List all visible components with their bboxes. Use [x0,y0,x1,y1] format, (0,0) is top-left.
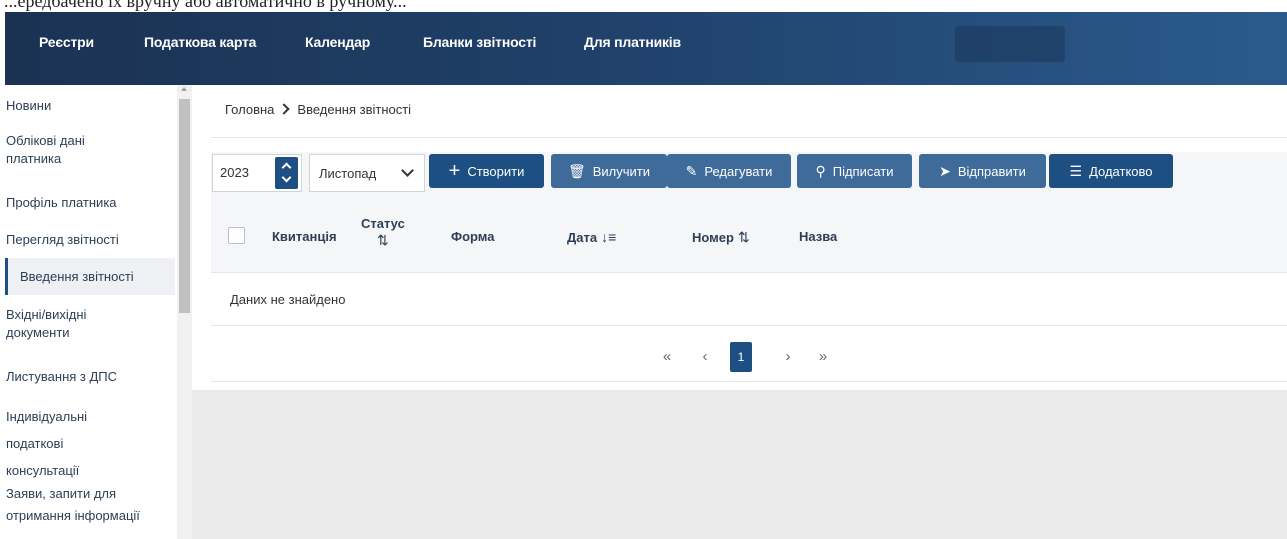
column-receipt: Квитанція [272,229,337,244]
sort-icon[interactable]: ⇅ [738,229,750,245]
nav-item-registries[interactable]: Реєстри [39,34,94,50]
sort-descending-icon[interactable]: ↓≡ [601,229,616,245]
next-page-button[interactable]: › [778,339,798,373]
select-all-checkbox[interactable] [228,227,245,244]
edit-button-label: Редагувати [704,163,773,179]
app-root: ...ередбачено їх вручну або автоматично … [0,0,1287,539]
main-content: Головна Введення звітності 2023 Листопад … [192,85,1287,539]
breadcrumb-current: Введення звітності [297,102,412,117]
column-status: Статус ⇅ [361,215,405,249]
toolbar: 2023 Листопад + Створити 🗑 Вилучити ✎ Редаг… [211,152,1287,201]
year-stepper[interactable]: 2023 [212,154,302,192]
edit-button[interactable]: ✎ Редагувати [667,154,791,188]
sign-button[interactable]: ⚲ Підписати [797,154,912,188]
create-button-label: Створити [467,163,525,179]
send-button-label: Відправити [957,163,1026,179]
prev-page-button[interactable]: ‹ [695,339,715,373]
create-button[interactable]: + Створити [429,154,544,188]
sidebar-item-account-data[interactable]: Облікові дані платника [5,132,125,168]
list-icon: ☰ [1069,163,1083,179]
table-header: Квитанція Статус ⇅ Форма Дата ↓≡ Номер ⇅ Н… [211,201,1287,272]
sidebar-item-label: Перегляд звітності [6,232,119,247]
chevron-up-icon[interactable] [281,162,292,173]
year-spinner-button[interactable] [275,157,298,189]
sidebar-item-label: Індивідуальні податкові консультації [6,409,88,478]
sidebar-item-label: Новини [6,98,52,113]
page-background [192,390,1287,539]
month-select[interactable]: Листопад [309,154,425,192]
key-icon: ⚲ [815,163,826,179]
nav-item-calendar[interactable]: Календар [305,34,370,50]
page-button-current[interactable]: 1 [730,342,752,372]
sidebar-item-requests[interactable]: Заяви, запити для отримання інформації [5,483,170,527]
sidebar-item-payer-profile[interactable]: Профіль платника [5,194,175,212]
sidebar-item-label: Вхідні/вихідні документи [6,307,87,340]
column-form: Форма [451,229,495,244]
caption-text: ...ередбачено їх вручну або автоматично … [4,0,407,11]
empty-message: Даних не знайдено [230,292,346,307]
sort-icon[interactable]: ⇅ [361,232,405,249]
sidebar-item-documents[interactable]: Вхідні/вихідні документи [5,306,125,342]
month-value: Листопад [319,166,377,181]
column-date-label: Дата [567,230,598,245]
sidebar-item-label: Листування з ДПС [6,369,118,384]
nav-item-report-forms[interactable]: Бланки звітності [423,34,536,50]
column-date: Дата ↓≡ [567,229,616,245]
breadcrumb: Головна Введення звітності [225,102,411,117]
nav-decoration [955,26,1065,62]
divider [211,381,1287,382]
divider [211,272,1287,273]
breadcrumb-home[interactable]: Головна [225,102,274,117]
sidebar-item-view-reports[interactable]: Перегляд звітності [5,231,175,249]
divider [211,137,1287,138]
send-button[interactable]: ➤ Відправити [919,154,1046,188]
chevron-down-icon [401,164,414,177]
nav-item-for-payers[interactable]: Для платників [584,34,681,50]
cropped-caption: ...ередбачено їх вручну або автоматично … [0,0,1287,12]
sidebar-item-label: Введення звітності [20,269,134,284]
sidebar-item-label: Облікові дані платника [6,133,85,166]
column-number: Номер ⇅ [692,229,750,246]
more-button-label: Додатково [1089,163,1153,179]
sidebar: Новини Облікові дані платника Профіль пл… [5,85,192,539]
column-name: Назва [799,229,838,244]
delete-button-label: Вилучити [592,163,651,179]
column-number-label: Номер [692,230,734,245]
sidebar-item-consultations[interactable]: Індивідуальні податкові консультації [5,403,115,484]
scroll-up-arrow-icon[interactable] [181,87,187,91]
pencil-icon: ✎ [685,163,698,179]
sidebar-item-enter-reports[interactable]: Введення звітності [5,258,175,295]
pagination: « ‹ 1 › » [192,339,1287,373]
nav-item-tax-map[interactable]: Податкова карта [144,34,256,50]
chevron-down-icon[interactable] [281,172,292,183]
top-navigation: Реєстри Податкова карта Календар Бланки … [5,12,1287,85]
sidebar-item-label: Заяви, запити для отримання інформації [6,486,140,523]
sign-button-label: Підписати [832,163,894,179]
chevron-right-icon [278,103,291,115]
sidebar-item-news[interactable]: Новини [5,97,175,115]
year-value: 2023 [220,165,249,180]
paper-plane-icon: ➤ [939,163,951,179]
sidebar-item-correspondence[interactable]: Листування з ДПС [5,368,175,386]
divider [211,325,1287,326]
sidebar-scroll-thumb[interactable] [179,99,190,313]
plus-icon: + [448,160,461,182]
more-button[interactable]: ☰ Додатково [1049,154,1173,188]
trash-icon: 🗑 [567,163,586,179]
delete-button[interactable]: 🗑 Вилучити [551,154,667,188]
first-page-button[interactable]: « [657,339,677,373]
sidebar-item-label: Профіль платника [6,195,117,210]
column-status-label: Статус [361,216,405,231]
last-page-button[interactable]: » [813,339,833,373]
